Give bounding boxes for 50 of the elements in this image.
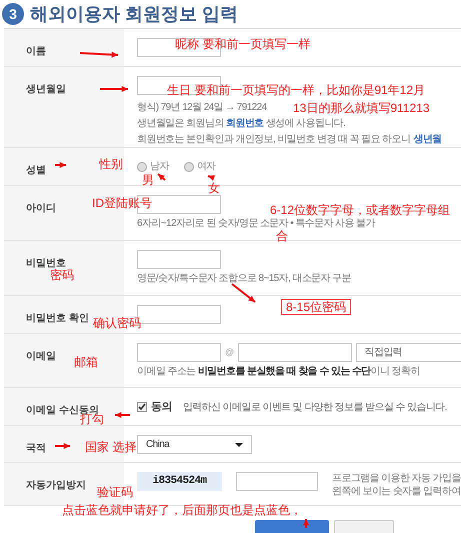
hint-text: 생년월일은 회원님의 회원번호 생성에 사용됩니다. bbox=[137, 117, 346, 130]
field-label: 생년월일 bbox=[26, 84, 66, 95]
annotation-text: 昵称 要和前一页填写一样 bbox=[175, 37, 310, 51]
step-badge: 3 bbox=[2, 3, 24, 25]
hint-text: 회원번호는 본인확인과 개인정보, 비밀번호 변경 때 꼭 필요 하오니 bbox=[137, 133, 410, 146]
hint-text: 이메일 주소는 비밀번호를 분실했을 때 찾을 수 있는 수단이니 정확히 bbox=[137, 365, 420, 378]
annotation-text: 点击蓝色就申请好了，后面那页也是点蓝色， bbox=[62, 503, 302, 517]
field-label: 이메일 bbox=[26, 351, 56, 362]
annotation-text: 生日 要和前一页填写的一样，比如你是91年12月 bbox=[167, 83, 426, 97]
hint-text: 영문/숫자/특수문자 조합으로 8~15자, 대소문자 구분 bbox=[137, 272, 351, 285]
annotation-text: 国家 选择 bbox=[85, 440, 136, 454]
consent-text: 입력하신 이메일로 이벤트 및 다양한 정보를 받으실 수 있습니다. bbox=[182, 400, 447, 415]
annotation-text: 确认密码 bbox=[93, 316, 141, 330]
country-select[interactable]: China bbox=[137, 435, 252, 454]
annotation-text: 合 bbox=[276, 229, 288, 243]
annotation-text: 女 bbox=[208, 181, 220, 195]
field-label: 비밀번호 bbox=[26, 258, 66, 269]
checkmark-icon bbox=[138, 403, 146, 412]
annotation-text: 男 bbox=[142, 173, 154, 187]
page-title: 해외이용자 회원정보 입력 bbox=[30, 2, 238, 26]
input-field[interactable] bbox=[137, 250, 221, 269]
annotation-text: ID登陆账号 bbox=[92, 196, 152, 210]
at-sign: @ bbox=[225, 346, 234, 359]
hint-text: 형식) 79년 12월 24일 → 791224 bbox=[137, 101, 267, 114]
annotation-text: 密码 bbox=[50, 268, 74, 282]
radio-option[interactable]: 남자 bbox=[137, 159, 169, 174]
hint-text: 프로그램을 이용한 자동 가입을 bbox=[332, 472, 461, 485]
agree-checkbox[interactable]: 동의 bbox=[137, 399, 172, 416]
annotation-text: 8-15位密码 bbox=[281, 299, 352, 315]
annotation-text: 验证码 bbox=[97, 485, 133, 499]
radio-option[interactable]: 여자 bbox=[184, 159, 216, 174]
annotation-text: 13日的那么就填写911213 bbox=[293, 101, 430, 115]
field-label: 이름 bbox=[26, 46, 46, 57]
input-field[interactable] bbox=[137, 343, 221, 362]
input-field[interactable] bbox=[238, 343, 352, 362]
annotation-text: 6-12位数字字母，或者数字字母组 bbox=[270, 203, 450, 217]
birthday-link[interactable]: 생년월 bbox=[413, 133, 442, 146]
field-label: 비밀번호 확인 bbox=[26, 313, 89, 324]
field-label: 자동가입방지 bbox=[26, 480, 86, 491]
captcha-code: i8354524m bbox=[137, 472, 222, 491]
caret-icon bbox=[235, 442, 243, 446]
hint-text: 6자리~12자리로 된 숫자/영문 소문자 • 특수문자 사용 불가 bbox=[137, 217, 375, 230]
hint-text: 왼쪽에 보이는 숫자를 입력하여 bbox=[332, 485, 461, 498]
annotation-text: 性别 bbox=[99, 157, 123, 171]
field-label: 국적 bbox=[26, 443, 46, 454]
annotation-text: 邮箱 bbox=[74, 355, 98, 369]
domain-select[interactable]: 직접입력 bbox=[356, 343, 461, 362]
field-label: 성별 bbox=[26, 165, 46, 176]
input-field[interactable] bbox=[236, 472, 318, 491]
field-label: 아이디 bbox=[26, 203, 56, 214]
